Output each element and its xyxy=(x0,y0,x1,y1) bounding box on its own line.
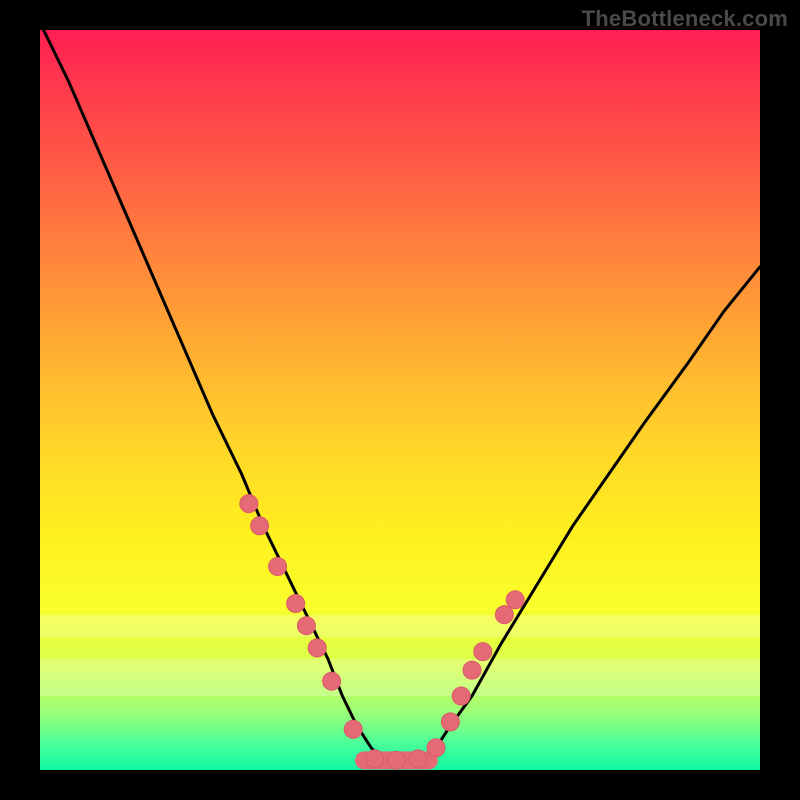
marker-point xyxy=(506,591,524,609)
marker-point xyxy=(474,643,492,661)
markers-group xyxy=(240,495,524,770)
marker-point xyxy=(240,495,258,513)
chart-svg xyxy=(40,30,760,770)
marker-point xyxy=(409,750,427,768)
marker-point xyxy=(366,750,384,768)
marker-point xyxy=(427,739,445,757)
marker-point xyxy=(308,639,326,657)
marker-point xyxy=(269,558,287,576)
marker-point xyxy=(441,713,459,731)
marker-point xyxy=(297,617,315,635)
marker-point xyxy=(495,606,513,624)
marker-point xyxy=(452,687,470,705)
marker-point xyxy=(387,751,405,769)
marker-point xyxy=(344,720,362,738)
plot-area xyxy=(40,30,760,770)
marker-point xyxy=(463,661,481,679)
bottleneck-curve xyxy=(40,30,760,763)
marker-point xyxy=(323,672,341,690)
marker-point xyxy=(251,517,269,535)
chart-frame: TheBottleneck.com xyxy=(0,0,800,800)
marker-point xyxy=(287,595,305,613)
watermark-text: TheBottleneck.com xyxy=(582,6,788,32)
